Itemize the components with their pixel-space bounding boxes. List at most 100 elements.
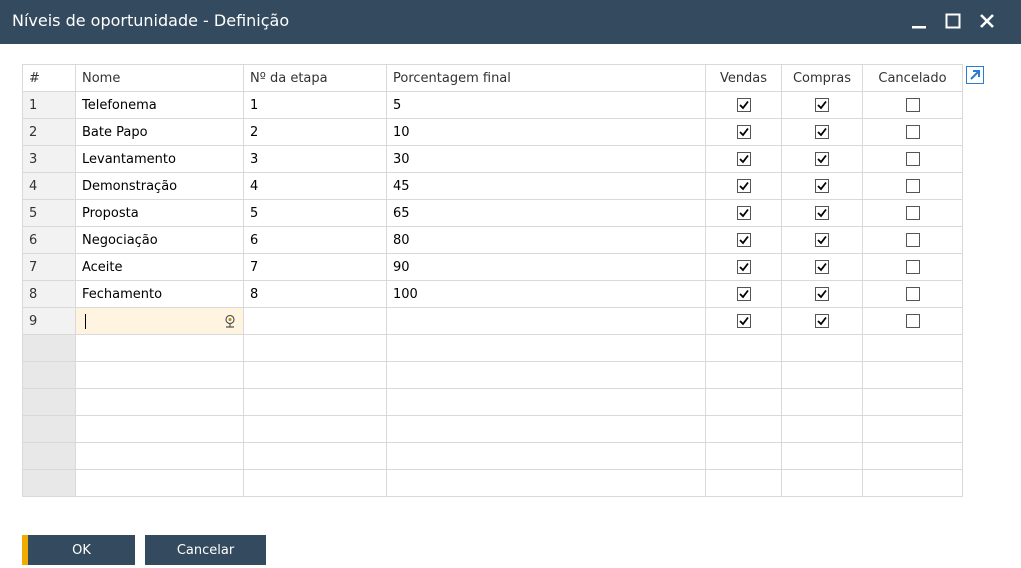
empty-cell[interactable] bbox=[75, 361, 244, 389]
empty-cell[interactable] bbox=[781, 469, 863, 497]
cell-etapa[interactable]: 1 bbox=[243, 91, 387, 119]
col-header-porcentagem[interactable]: Porcentagem final bbox=[386, 64, 706, 92]
cell-nome[interactable] bbox=[75, 307, 244, 335]
cell-nome[interactable]: Fechamento bbox=[75, 280, 244, 308]
cancelado-checkbox[interactable] bbox=[905, 152, 920, 166]
cancelado-checkbox[interactable] bbox=[905, 233, 920, 247]
empty-cell[interactable] bbox=[243, 334, 387, 362]
table-row[interactable]: 2 Bate Papo 2 10 bbox=[22, 118, 963, 146]
empty-cell[interactable] bbox=[75, 469, 244, 497]
table-row[interactable]: 5 Proposta 5 65 bbox=[22, 199, 963, 227]
cancel-button[interactable]: Cancelar bbox=[145, 535, 266, 565]
expand-arrow-icon[interactable] bbox=[966, 66, 984, 84]
empty-cell[interactable] bbox=[705, 388, 782, 416]
vendas-checkbox[interactable] bbox=[736, 287, 751, 301]
empty-cell[interactable] bbox=[386, 334, 706, 362]
empty-cell[interactable] bbox=[386, 388, 706, 416]
cell-etapa[interactable]: 7 bbox=[243, 253, 387, 281]
compras-checkbox[interactable] bbox=[815, 260, 829, 274]
compras-checkbox[interactable] bbox=[815, 98, 829, 112]
table-row[interactable]: 4 Demonstração 4 45 bbox=[22, 172, 963, 200]
cell-etapa[interactable] bbox=[243, 307, 387, 335]
col-header-compras[interactable]: Compras bbox=[781, 64, 863, 92]
cell-etapa[interactable]: 6 bbox=[243, 226, 387, 254]
empty-cell[interactable] bbox=[705, 415, 782, 443]
empty-cell[interactable] bbox=[705, 334, 782, 362]
cancelado-checkbox[interactable] bbox=[905, 287, 920, 301]
empty-cell[interactable] bbox=[243, 388, 387, 416]
cell-porcentagem[interactable]: 100 bbox=[386, 280, 706, 308]
cell-nome[interactable]: Levantamento bbox=[75, 145, 244, 173]
vendas-checkbox[interactable] bbox=[736, 152, 751, 166]
empty-cell[interactable] bbox=[862, 442, 963, 470]
row-number[interactable]: 6 bbox=[22, 226, 76, 254]
close-button[interactable] bbox=[972, 6, 1002, 36]
empty-cell[interactable] bbox=[705, 442, 782, 470]
compras-checkbox[interactable] bbox=[815, 314, 829, 328]
table-row[interactable]: 8 Fechamento 8 100 bbox=[22, 280, 963, 308]
vendas-checkbox[interactable] bbox=[736, 206, 751, 220]
compras-checkbox[interactable] bbox=[815, 206, 829, 220]
vendas-checkbox[interactable] bbox=[736, 314, 751, 328]
empty-cell[interactable] bbox=[386, 442, 706, 470]
empty-cell[interactable] bbox=[386, 361, 706, 389]
compras-checkbox[interactable] bbox=[815, 233, 829, 247]
cell-porcentagem[interactable]: 90 bbox=[386, 253, 706, 281]
empty-cell[interactable] bbox=[243, 469, 387, 497]
empty-cell[interactable] bbox=[243, 415, 387, 443]
empty-cell[interactable] bbox=[75, 415, 244, 443]
empty-cell[interactable] bbox=[781, 388, 863, 416]
row-number[interactable]: 2 bbox=[22, 118, 76, 146]
cell-porcentagem[interactable]: 5 bbox=[386, 91, 706, 119]
cell-nome[interactable]: Bate Papo bbox=[75, 118, 244, 146]
col-header-etapa[interactable]: Nº da etapa bbox=[243, 64, 387, 92]
row-number-empty[interactable] bbox=[22, 388, 76, 416]
minimize-button[interactable] bbox=[904, 6, 934, 36]
row-number[interactable]: 1 bbox=[22, 91, 76, 119]
empty-cell[interactable] bbox=[243, 361, 387, 389]
cell-porcentagem[interactable]: 80 bbox=[386, 226, 706, 254]
empty-row[interactable] bbox=[22, 415, 963, 443]
row-number-empty[interactable] bbox=[22, 361, 76, 389]
empty-cell[interactable] bbox=[862, 334, 963, 362]
compras-checkbox[interactable] bbox=[815, 179, 829, 193]
vendas-checkbox[interactable] bbox=[736, 125, 751, 139]
table-row[interactable]: 3 Levantamento 3 30 bbox=[22, 145, 963, 173]
empty-row[interactable] bbox=[22, 442, 963, 470]
cancelado-checkbox[interactable] bbox=[905, 206, 920, 220]
vendas-checkbox[interactable] bbox=[736, 179, 751, 193]
row-number[interactable]: 9 bbox=[22, 307, 76, 335]
empty-cell[interactable] bbox=[705, 469, 782, 497]
cell-nome[interactable]: Proposta bbox=[75, 199, 244, 227]
cancelado-checkbox[interactable] bbox=[905, 314, 920, 328]
empty-cell[interactable] bbox=[781, 415, 863, 443]
empty-cell[interactable] bbox=[781, 361, 863, 389]
col-header-nome[interactable]: Nome bbox=[75, 64, 244, 92]
empty-row[interactable] bbox=[22, 334, 963, 362]
empty-cell[interactable] bbox=[862, 415, 963, 443]
table-row[interactable]: 6 Negociação 6 80 bbox=[22, 226, 963, 254]
row-number-empty[interactable] bbox=[22, 469, 76, 497]
col-header-num[interactable]: # bbox=[22, 64, 76, 92]
empty-row[interactable] bbox=[22, 388, 963, 416]
cell-nome[interactable]: Telefonema bbox=[75, 91, 244, 119]
cell-etapa[interactable]: 8 bbox=[243, 280, 387, 308]
cell-nome[interactable]: Demonstração bbox=[75, 172, 244, 200]
empty-cell[interactable] bbox=[75, 334, 244, 362]
table-row[interactable]: 7 Aceite 7 90 bbox=[22, 253, 963, 281]
table-row[interactable]: 9 bbox=[22, 307, 963, 335]
cell-porcentagem[interactable] bbox=[386, 307, 706, 335]
empty-cell[interactable] bbox=[75, 442, 244, 470]
cell-porcentagem[interactable]: 10 bbox=[386, 118, 706, 146]
col-header-vendas[interactable]: Vendas bbox=[705, 64, 782, 92]
empty-cell[interactable] bbox=[862, 469, 963, 497]
vendas-checkbox[interactable] bbox=[736, 260, 751, 274]
cell-porcentagem[interactable]: 30 bbox=[386, 145, 706, 173]
col-header-cancelado[interactable]: Cancelado bbox=[862, 64, 963, 92]
vendas-checkbox[interactable] bbox=[736, 233, 751, 247]
empty-cell[interactable] bbox=[862, 361, 963, 389]
maximize-button[interactable] bbox=[938, 6, 968, 36]
empty-cell[interactable] bbox=[781, 334, 863, 362]
empty-cell[interactable] bbox=[386, 469, 706, 497]
empty-cell[interactable] bbox=[386, 415, 706, 443]
